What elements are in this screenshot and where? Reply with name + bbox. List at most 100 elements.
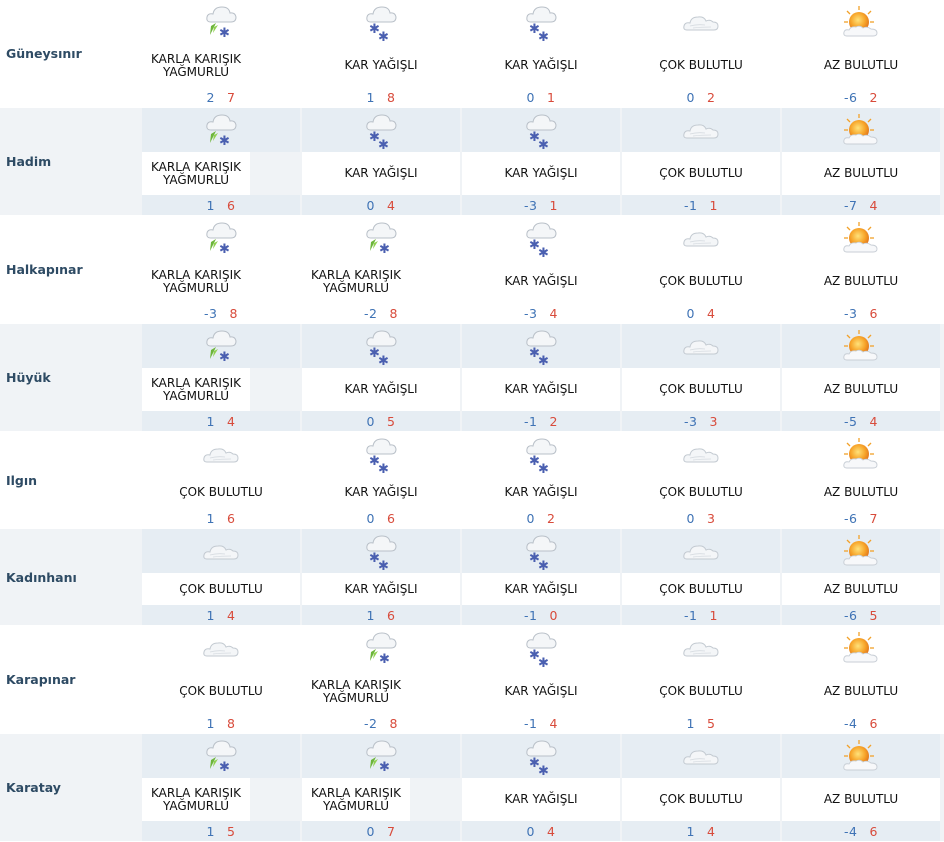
city-name[interactable]: Güneysınır bbox=[0, 0, 140, 107]
temperature-range: -3 1 bbox=[462, 195, 620, 215]
snow-icon: ✱ ✱ bbox=[462, 529, 620, 573]
city-name[interactable]: Kadınhanı bbox=[0, 529, 140, 625]
partly-cloudy-icon bbox=[782, 432, 940, 476]
weather-description: KARLA KARIŞIK YAĞMURLU bbox=[142, 778, 250, 821]
snow-icon: ✱ ✱ bbox=[302, 324, 460, 368]
low-temperature: 0 bbox=[686, 305, 695, 321]
snow-icon: ✱ ✱ bbox=[302, 529, 460, 573]
city-name[interactable]: Hadim bbox=[0, 108, 140, 215]
temperature-range: 15 bbox=[142, 821, 300, 841]
city-name[interactable]: Karatay bbox=[0, 734, 140, 841]
low-temperature: 1 bbox=[686, 715, 695, 731]
svg-text:✱: ✱ bbox=[379, 760, 390, 775]
svg-text:✱: ✱ bbox=[219, 760, 230, 775]
low-temperature: 0 bbox=[686, 89, 695, 105]
cloudy-icon bbox=[142, 529, 300, 573]
svg-text:✱: ✱ bbox=[378, 559, 389, 571]
cloudy-icon bbox=[622, 529, 780, 573]
sleet-icon: ✱ bbox=[142, 216, 300, 260]
low-temperature: -3 bbox=[204, 305, 218, 321]
city-name[interactable]: Hüyük bbox=[0, 324, 140, 431]
snow-icon: ✱ ✱ bbox=[462, 0, 620, 44]
temperature-range: -6 7 bbox=[782, 508, 940, 528]
sleet-icon: ✱ bbox=[142, 734, 300, 778]
forecast-day-cell: ✱ KARLA KARIŞIK YAĞMURLU 1 4 bbox=[142, 324, 300, 431]
cloudy-icon bbox=[622, 0, 780, 44]
temperature-range: 14 bbox=[142, 605, 300, 625]
temperature-range: 18 bbox=[302, 87, 460, 107]
high-temperature: 7 bbox=[869, 510, 878, 526]
low-temperature: 0 bbox=[366, 823, 375, 839]
weather-description: AZ BULUTLU bbox=[782, 368, 940, 411]
weather-description: KAR YAĞIŞLI bbox=[344, 484, 418, 499]
city-row: Ilgın ÇOK BULUTLU 1 6 ✱ ✱ KAR YAĞIŞLI 0 6 ✱ ✱ KAR Y… bbox=[0, 432, 944, 529]
temperature-range: 02 bbox=[462, 508, 620, 528]
low-temperature: 1 bbox=[366, 607, 375, 623]
high-temperature: 6 bbox=[869, 715, 878, 731]
low-temperature: -3 bbox=[524, 197, 538, 213]
temperature-range: -3 4 bbox=[462, 303, 620, 323]
high-temperature: 4 bbox=[549, 305, 558, 321]
partly-cloudy-icon bbox=[782, 626, 940, 670]
low-temperature: 1 bbox=[366, 89, 375, 105]
weather-description: KARLA KARIŞIK YAĞMURLU bbox=[311, 267, 401, 295]
weather-description: KARLA KARIŞIK YAĞMURLU bbox=[151, 51, 241, 79]
low-temperature: 1 bbox=[206, 510, 215, 526]
city-row: Kadınhanı ÇOK BULUTLU 1 4 ✱ ✱ KAR YAĞIŞLI 1 6 ✱ ✱ K… bbox=[0, 529, 944, 626]
temperature-range: 05 bbox=[302, 411, 460, 431]
weather-description: KARLA KARIŞIK YAĞMURLU bbox=[142, 368, 250, 411]
city-name[interactable]: Halkapınar bbox=[0, 216, 140, 323]
city-name[interactable]: Karapınar bbox=[0, 626, 140, 733]
low-temperature: -1 bbox=[524, 607, 538, 623]
high-temperature: 0 bbox=[549, 607, 558, 623]
forecast-day-cell: ✱ ✱ KAR YAĞIŞLI 1 8 bbox=[302, 0, 460, 107]
forecast-table: Güneysınır ✱ KARLA KARIŞIK YAĞMURLU 2 7 ✱ ✱ KAR… bbox=[0, 0, 944, 842]
svg-text:✱: ✱ bbox=[538, 354, 549, 366]
high-temperature: 1 bbox=[709, 607, 718, 623]
weather-description: ÇOK BULUTLU bbox=[179, 484, 263, 499]
cloudy-icon bbox=[142, 432, 300, 476]
low-temperature: 0 bbox=[526, 510, 535, 526]
low-temperature: -3 bbox=[684, 413, 698, 429]
forecast-day-cell: ✱ ✱ KAR YAĞIŞLI 0 4 bbox=[462, 734, 620, 841]
sleet-icon: ✱ bbox=[302, 734, 460, 778]
high-temperature: 8 bbox=[389, 305, 398, 321]
weather-description: ÇOK BULUTLU bbox=[659, 684, 743, 698]
city-row: Hüyük ✱ KARLA KARIŞIK YAĞMURLU 1 4 ✱ ✱ KAR YAĞI… bbox=[0, 324, 944, 432]
forecast-day-cell: AZ BULUTLU -3 6 bbox=[782, 216, 940, 323]
low-temperature: -6 bbox=[844, 510, 858, 526]
low-temperature: 0 bbox=[366, 510, 375, 526]
city-name[interactable]: Ilgın bbox=[0, 432, 140, 528]
temperature-range: 16 bbox=[302, 605, 460, 625]
weather-description: KARLA KARIŞIK YAĞMURLU bbox=[142, 152, 250, 195]
low-temperature: -1 bbox=[524, 413, 538, 429]
svg-text:✱: ✱ bbox=[538, 30, 549, 42]
partly-cloudy-icon bbox=[782, 324, 940, 368]
forecast-day-cell: ✱ KARLA KARIŞIK YAĞMURLU -2 8 bbox=[302, 216, 460, 323]
high-temperature: 1 bbox=[709, 197, 718, 213]
temperature-range: 02 bbox=[622, 87, 780, 107]
forecast-day-cell: ✱ ✱ KAR YAĞIŞLI -1 0 bbox=[462, 529, 620, 625]
temperature-range: 04 bbox=[462, 821, 620, 841]
snow-icon: ✱ ✱ bbox=[462, 324, 620, 368]
temperature-range: -1 4 bbox=[462, 713, 620, 733]
forecast-day-cell: ÇOK BULUTLU -3 3 bbox=[622, 324, 780, 431]
forecast-day-cell: ÇOK BULUTLU -1 1 bbox=[622, 108, 780, 215]
partly-cloudy-icon bbox=[782, 529, 940, 573]
city-row: Hadim ✱ KARLA KARIŞIK YAĞMURLU 1 6 ✱ ✱ KAR YAĞI… bbox=[0, 108, 944, 216]
forecast-day-cell: ✱ KARLA KARIŞIK YAĞMURLU 2 7 bbox=[142, 0, 300, 107]
weather-description: KAR YAĞIŞLI bbox=[504, 274, 578, 288]
high-temperature: 4 bbox=[707, 823, 716, 839]
temperature-range: -3 8 bbox=[142, 303, 300, 323]
temperature-range: -3 6 bbox=[782, 303, 940, 323]
weather-description: ÇOK BULUTLU bbox=[622, 573, 780, 605]
low-temperature: -3 bbox=[524, 305, 538, 321]
svg-text:✱: ✱ bbox=[379, 242, 390, 257]
high-temperature: 3 bbox=[709, 413, 718, 429]
forecast-day-cell: ✱ KARLA KARIŞIK YAĞMURLU 1 5 bbox=[142, 734, 300, 841]
low-temperature: -1 bbox=[684, 197, 698, 213]
partly-cloudy-icon bbox=[782, 108, 940, 152]
forecast-day-cell: ÇOK BULUTLU 1 4 bbox=[622, 734, 780, 841]
weather-description: KAR YAĞIŞLI bbox=[462, 778, 620, 821]
low-temperature: 0 bbox=[366, 413, 375, 429]
